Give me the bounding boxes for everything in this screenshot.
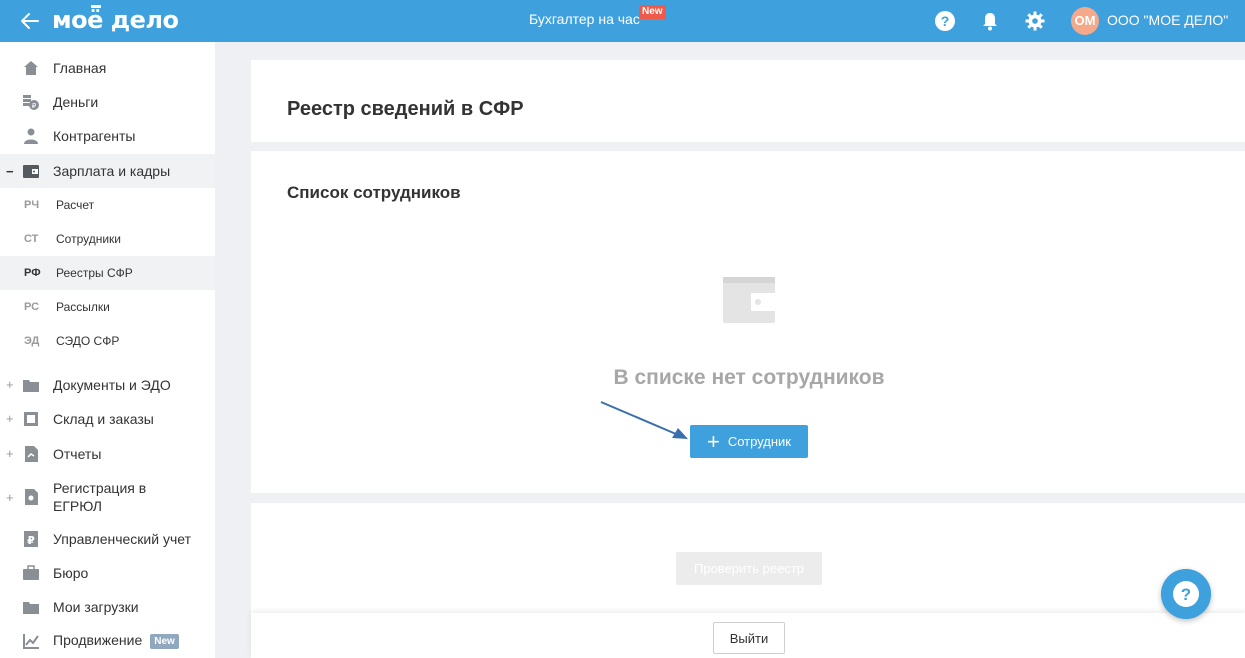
promotion-label: Продвижение — [53, 632, 143, 648]
money-icon: ₽ — [23, 94, 39, 110]
folder-icon — [23, 601, 39, 614]
reports-icon — [25, 445, 38, 462]
briefcase-icon — [23, 564, 39, 580]
org-name[interactable]: ООО "МОЕ ДЕЛО" — [1107, 12, 1228, 28]
top-bar: моё дело Бухгалтер на час New ? ОМ ООО "… — [0, 0, 1245, 42]
sidebar-item-label: Продвижение New — [53, 631, 179, 650]
sidebar-item-management[interactable]: ₽ Управленческий учет — [0, 526, 215, 551]
new-badge: New — [639, 5, 666, 19]
folder-icon — [23, 379, 39, 392]
empty-state-text: В списке нет сотрудников — [613, 366, 885, 389]
page-title: Реестр сведений в СФР — [287, 98, 524, 120]
svg-text:₽: ₽ — [27, 534, 35, 547]
wallet-icon — [23, 165, 39, 178]
sidebar-item-label: Главная — [53, 59, 107, 76]
subitem-abbr: СТ — [24, 233, 39, 245]
plus-icon: + — [706, 428, 720, 454]
exit-button[interactable]: Выйти — [713, 622, 785, 654]
sidebar-item-home[interactable]: Главная — [0, 55, 215, 80]
bell-icon[interactable] — [979, 10, 1001, 32]
sidebar-subitem-mailings[interactable]: РС Рассылки — [0, 290, 215, 324]
expand-icon[interactable]: + — [6, 490, 16, 505]
sidebar-item-label: Зарплата и кадры — [53, 163, 171, 179]
sidebar-item-my-uploads[interactable]: Мои загрузки — [0, 594, 215, 619]
svg-text:?: ? — [1181, 585, 1191, 604]
logo-accent — [91, 5, 101, 8]
sidebar-item-money[interactable]: ₽ Деньги — [0, 89, 215, 114]
sidebar-item-salary[interactable]: − Зарплата и кадры — [0, 154, 215, 188]
avatar[interactable]: ОМ — [1071, 7, 1099, 35]
sidebar-item-label: Мои загрузки — [53, 598, 139, 615]
empty-wallet-icon — [723, 277, 775, 323]
registry-check-card: Проверить реестр — [251, 503, 1245, 618]
svg-text:₽: ₽ — [32, 102, 37, 110]
ruble-doc-icon: ₽ — [24, 530, 38, 547]
sidebar-item-bureau[interactable]: Бюро — [0, 560, 215, 585]
registration-icon — [25, 489, 38, 505]
sidebar-item-label: Контрагенты — [53, 127, 136, 144]
svg-text:?: ? — [941, 13, 950, 29]
sidebar-item-warehouse[interactable]: + Склад и заказы — [0, 406, 215, 431]
warehouse-icon — [24, 411, 38, 426]
sidebar-subitem-calc[interactable]: РЧ Расчет — [0, 188, 215, 222]
sidebar-item-label: Документы и ЭДО — [53, 376, 171, 393]
logo[interactable]: моё дело — [52, 6, 179, 34]
help-chat-icon[interactable]: ? — [1161, 569, 1211, 619]
new-badge: New — [150, 634, 179, 649]
sidebar-subitem-employees[interactable]: СТ Сотрудники — [0, 222, 215, 256]
sidebar-item-label: Отчеты — [53, 445, 102, 462]
sidebar-item-registration[interactable]: + Регистрация в ЕГРЮЛ — [0, 476, 215, 518]
subitem-abbr: РФ — [24, 267, 41, 279]
sidebar-item-label: Склад и заказы — [53, 410, 154, 427]
gear-icon[interactable] — [1024, 10, 1046, 32]
sidebar-subitem-sedo[interactable]: ЭД СЭДО СФР — [0, 324, 215, 358]
sidebar-item-promotion[interactable]: Продвижение New — [0, 628, 215, 653]
expand-icon[interactable]: + — [6, 446, 16, 461]
add-employee-label: Сотрудник — [727, 434, 791, 449]
subitem-label: Расчет — [56, 198, 95, 212]
page-header-card: Реестр сведений в СФР — [251, 60, 1245, 142]
contractors-icon — [24, 128, 38, 144]
sidebar-item-label: Управленческий учет — [53, 530, 191, 547]
subitem-abbr: ЭД — [24, 335, 40, 347]
sidebar-item-label: Регистрация в ЕГРЮЛ — [53, 480, 147, 514]
expand-icon[interactable]: + — [6, 377, 16, 392]
sidebar-item-label: Деньги — [53, 93, 99, 110]
sidebar-item-documents[interactable]: + Документы и ЭДО — [0, 372, 215, 397]
back-arrow-icon[interactable] — [18, 9, 42, 33]
sidebar-item-label: Бюро — [53, 564, 89, 581]
section-title: Список сотрудников — [287, 183, 461, 202]
check-registry-button[interactable]: Проверить реестр — [676, 552, 822, 585]
add-employee-button[interactable]: + Сотрудник — [690, 425, 808, 458]
help-icon[interactable]: ? — [934, 10, 956, 32]
sidebar-item-contractors[interactable]: Контрагенты — [0, 123, 215, 148]
subitem-label: Рассылки — [56, 300, 110, 314]
sidebar-subitem-sfr-registries[interactable]: РФ Реестры СФР — [0, 256, 215, 290]
sidebar: Главная ₽ Деньги Контрагенты − Зарплата … — [0, 42, 215, 658]
accountant-per-hour-link[interactable]: Бухгалтер на час — [529, 11, 640, 27]
chart-icon — [23, 633, 39, 649]
subitem-label: Сотрудники — [56, 232, 121, 246]
subitem-abbr: РС — [24, 301, 40, 313]
sidebar-item-reports[interactable]: + Отчеты — [0, 441, 215, 466]
expand-icon[interactable]: + — [6, 411, 16, 426]
footer-bar: Выйти — [251, 613, 1245, 658]
employees-card: Список сотрудников В списке нет сотрудни… — [251, 151, 1245, 493]
subitem-label: Реестры СФР — [56, 266, 133, 280]
collapse-icon[interactable]: − — [6, 164, 16, 179]
home-icon — [24, 60, 38, 75]
subitem-abbr: РЧ — [24, 199, 40, 211]
subitem-label: СЭДО СФР — [56, 334, 120, 348]
